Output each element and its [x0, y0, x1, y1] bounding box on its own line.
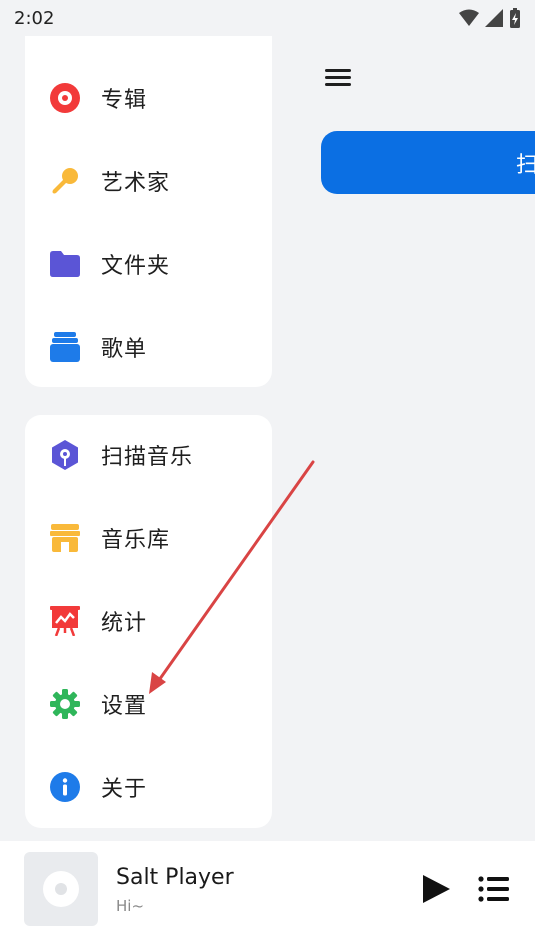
playlist-icon	[49, 331, 81, 363]
info-icon	[49, 771, 81, 803]
library-nav-card: 专辑 艺术家 文件夹 歌单	[25, 36, 272, 387]
status-time: 2:02	[14, 7, 55, 29]
microphone-icon	[49, 165, 81, 197]
nav-item-stats[interactable]: 统计	[25, 591, 272, 651]
nav-item-label: 艺术家	[101, 171, 171, 196]
nav-item-artist[interactable]: 艺术家	[25, 151, 272, 211]
nav-item-label: 关于	[101, 777, 148, 802]
nav-item-music-library[interactable]: 音乐库	[25, 508, 272, 568]
nav-item-label: 专辑	[101, 88, 148, 113]
nav-item-label: 扫描音乐	[101, 445, 194, 470]
queue-button[interactable]	[478, 875, 510, 903]
stats-icon	[49, 605, 81, 637]
wifi-icon	[459, 9, 479, 26]
play-button[interactable]	[420, 873, 452, 905]
nav-item-album[interactable]: 专辑	[25, 68, 272, 128]
gear-icon	[49, 688, 81, 720]
tools-nav-card: 扫描音乐 音乐库 统计 设置 关于	[25, 415, 272, 828]
mini-player[interactable]: Salt Player Hi~	[0, 841, 535, 951]
store-icon	[49, 522, 81, 554]
scan-music-button[interactable]: 扫	[321, 131, 535, 194]
scan-icon	[49, 439, 81, 471]
battery-icon	[510, 8, 520, 28]
menu-button[interactable]	[323, 64, 355, 92]
nav-item-label: 文件夹	[101, 254, 171, 279]
nav-item-label: 音乐库	[101, 528, 171, 553]
song-title: Salt Player	[116, 865, 234, 890]
nav-item-scan-music[interactable]: 扫描音乐	[25, 425, 272, 485]
folder-icon	[49, 248, 81, 280]
play-icon	[423, 875, 450, 903]
nav-item-folder[interactable]: 文件夹	[25, 234, 272, 294]
status-bar: 2:02	[0, 0, 535, 36]
nav-item-label: 歌单	[101, 337, 148, 362]
disc-icon	[43, 871, 79, 907]
main-content: 扫	[272, 36, 535, 841]
queue-list-icon	[478, 876, 509, 902]
album-icon	[49, 82, 81, 114]
hamburger-icon	[325, 69, 351, 72]
song-artist: Hi~	[116, 897, 145, 915]
nav-item-label: 统计	[101, 611, 148, 636]
album-cover	[24, 852, 98, 926]
nav-item-settings[interactable]: 设置	[25, 674, 272, 734]
signal-icon	[485, 9, 503, 27]
nav-item-about[interactable]: 关于	[25, 757, 272, 817]
nav-item-label: 设置	[101, 694, 148, 719]
nav-item-playlist[interactable]: 歌单	[25, 317, 272, 377]
status-icons	[459, 8, 521, 28]
